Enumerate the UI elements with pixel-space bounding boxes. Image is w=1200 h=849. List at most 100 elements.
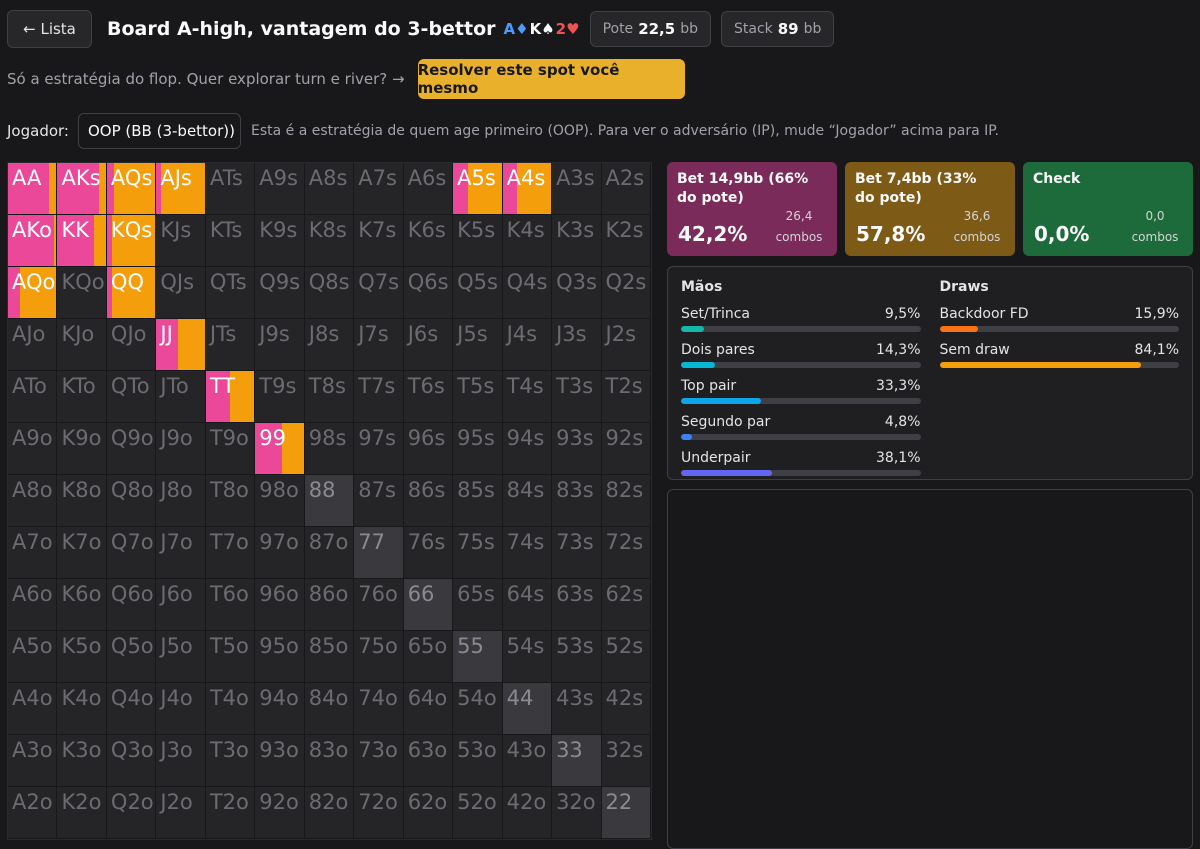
hand-cell[interactable]: 74o bbox=[354, 683, 404, 735]
hand-cell[interactable]: K9o bbox=[57, 423, 107, 475]
hand-cell[interactable]: T5o bbox=[205, 631, 256, 683]
hand-cell[interactable]: QJs bbox=[156, 267, 206, 319]
hand-cell[interactable]: A8s bbox=[304, 163, 355, 215]
hand-cell[interactable]: JTs bbox=[205, 319, 256, 371]
hand-cell[interactable]: 63s bbox=[552, 579, 602, 631]
back-to-list-button[interactable]: ← Lista bbox=[7, 10, 92, 48]
hand-cell[interactable]: Q7o bbox=[106, 527, 157, 579]
hand-cell[interactable]: Q5s bbox=[453, 267, 503, 319]
hand-cell[interactable]: 77 bbox=[354, 527, 404, 579]
hand-cell[interactable]: 22 bbox=[601, 787, 651, 839]
hand-cell[interactable]: T2s bbox=[601, 371, 651, 423]
hand-cell[interactable]: A2s bbox=[601, 163, 651, 215]
hand-cell[interactable]: 83s bbox=[552, 475, 602, 527]
hand-cell[interactable]: J2s bbox=[601, 319, 651, 371]
action-card[interactable]: Bet 7,4bb (33% do pote) 36,6 combos 57,8% bbox=[845, 162, 1015, 256]
hand-cell[interactable]: 92o bbox=[255, 787, 305, 839]
hand-cell[interactable]: AQs bbox=[106, 163, 157, 215]
hand-cell[interactable]: 75s bbox=[453, 527, 503, 579]
hand-cell[interactable]: 98o bbox=[255, 475, 305, 527]
hand-cell[interactable]: K7o bbox=[57, 527, 107, 579]
hand-cell[interactable]: Q4o bbox=[106, 683, 157, 735]
hand-cell[interactable]: 93o bbox=[255, 735, 305, 787]
hand-cell[interactable]: 96s bbox=[403, 423, 454, 475]
hand-cell[interactable]: J7o bbox=[156, 527, 206, 579]
hand-cell[interactable]: K4s bbox=[502, 215, 553, 267]
hand-cell[interactable]: Q3s bbox=[552, 267, 602, 319]
hand-cell[interactable]: A7s bbox=[354, 163, 404, 215]
hand-cell[interactable]: K5s bbox=[453, 215, 503, 267]
hand-cell[interactable]: J3s bbox=[552, 319, 602, 371]
hand-cell[interactable]: K8o bbox=[57, 475, 107, 527]
hand-cell[interactable]: 65o bbox=[403, 631, 454, 683]
hand-cell[interactable]: 97s bbox=[354, 423, 404, 475]
hand-cell[interactable]: T4s bbox=[502, 371, 553, 423]
hand-cell[interactable]: 86s bbox=[403, 475, 454, 527]
hand-cell[interactable]: 94o bbox=[255, 683, 305, 735]
action-card[interactable]: Bet 14,9bb (66% do pote) 26,4 combos 42,2% bbox=[667, 162, 837, 256]
hand-cell[interactable]: KK bbox=[57, 215, 107, 267]
hand-cell[interactable]: QTs bbox=[205, 267, 256, 319]
hand-cell[interactable]: A2o bbox=[8, 787, 58, 839]
hand-cell[interactable]: AQo bbox=[8, 267, 58, 319]
hand-cell[interactable]: 64o bbox=[403, 683, 454, 735]
hand-cell[interactable]: AJo bbox=[8, 319, 58, 371]
hand-cell[interactable]: J3o bbox=[156, 735, 206, 787]
hand-cell[interactable]: J9o bbox=[156, 423, 206, 475]
hand-cell[interactable]: KTs bbox=[205, 215, 256, 267]
hand-cell[interactable]: Q3o bbox=[106, 735, 157, 787]
hand-cell[interactable]: 85s bbox=[453, 475, 503, 527]
hand-cell[interactable]: 73o bbox=[354, 735, 404, 787]
hand-cell[interactable]: A6o bbox=[8, 579, 58, 631]
hand-cell[interactable]: 44 bbox=[502, 683, 553, 735]
hand-cell[interactable]: 66 bbox=[403, 579, 454, 631]
hand-cell[interactable]: KJs bbox=[156, 215, 206, 267]
hand-cell[interactable]: Q9s bbox=[255, 267, 305, 319]
hand-cell[interactable]: 87s bbox=[354, 475, 404, 527]
hand-cell[interactable]: 76s bbox=[403, 527, 454, 579]
hand-cell[interactable]: 32o bbox=[552, 787, 602, 839]
hand-cell[interactable]: ATo bbox=[8, 371, 58, 423]
hand-cell[interactable]: T3s bbox=[552, 371, 602, 423]
hand-cell[interactable]: Q4s bbox=[502, 267, 553, 319]
hand-cell[interactable]: 97o bbox=[255, 527, 305, 579]
hand-cell[interactable]: 99 bbox=[255, 423, 305, 475]
hand-cell[interactable]: KQo bbox=[57, 267, 107, 319]
hand-cell[interactable]: 82o bbox=[304, 787, 355, 839]
hand-cell[interactable]: 95s bbox=[453, 423, 503, 475]
hand-cell[interactable]: A7o bbox=[8, 527, 58, 579]
hand-cell[interactable]: 52s bbox=[601, 631, 651, 683]
hand-cell[interactable]: 42o bbox=[502, 787, 553, 839]
hand-cell[interactable]: J5s bbox=[453, 319, 503, 371]
hand-cell[interactable]: T9o bbox=[205, 423, 256, 475]
hand-cell[interactable]: Q8o bbox=[106, 475, 157, 527]
hand-cell[interactable]: J7s bbox=[354, 319, 404, 371]
hand-cell[interactable]: A4o bbox=[8, 683, 58, 735]
hand-cell[interactable]: Q6s bbox=[403, 267, 454, 319]
hand-cell[interactable]: 94s bbox=[502, 423, 553, 475]
hand-cell[interactable]: AA bbox=[8, 163, 58, 215]
hand-cell[interactable]: 43s bbox=[552, 683, 602, 735]
hand-cell[interactable]: T6o bbox=[205, 579, 256, 631]
hand-cell[interactable]: A9o bbox=[8, 423, 58, 475]
hand-cell[interactable]: T6s bbox=[403, 371, 454, 423]
hand-cell[interactable]: KQs bbox=[106, 215, 157, 267]
hand-cell[interactable]: Q9o bbox=[106, 423, 157, 475]
hand-cell[interactable]: 74s bbox=[502, 527, 553, 579]
hand-cell[interactable]: J5o bbox=[156, 631, 206, 683]
hand-cell[interactable]: K3s bbox=[552, 215, 602, 267]
hand-cell[interactable]: 53s bbox=[552, 631, 602, 683]
hand-cell[interactable]: 85o bbox=[304, 631, 355, 683]
hand-cell[interactable]: 82s bbox=[601, 475, 651, 527]
hand-cell[interactable]: 72s bbox=[601, 527, 651, 579]
hand-cell[interactable]: AJs bbox=[156, 163, 206, 215]
hand-cell[interactable]: Q2s bbox=[601, 267, 651, 319]
hand-cell[interactable]: Q5o bbox=[106, 631, 157, 683]
hand-cell[interactable]: A8o bbox=[8, 475, 58, 527]
hand-cell[interactable]: 63o bbox=[403, 735, 454, 787]
hand-cell[interactable]: T4o bbox=[205, 683, 256, 735]
hand-cell[interactable]: 53o bbox=[453, 735, 503, 787]
hand-cell[interactable]: Q6o bbox=[106, 579, 157, 631]
hand-cell[interactable]: KJo bbox=[57, 319, 107, 371]
hand-cell[interactable]: T7o bbox=[205, 527, 256, 579]
